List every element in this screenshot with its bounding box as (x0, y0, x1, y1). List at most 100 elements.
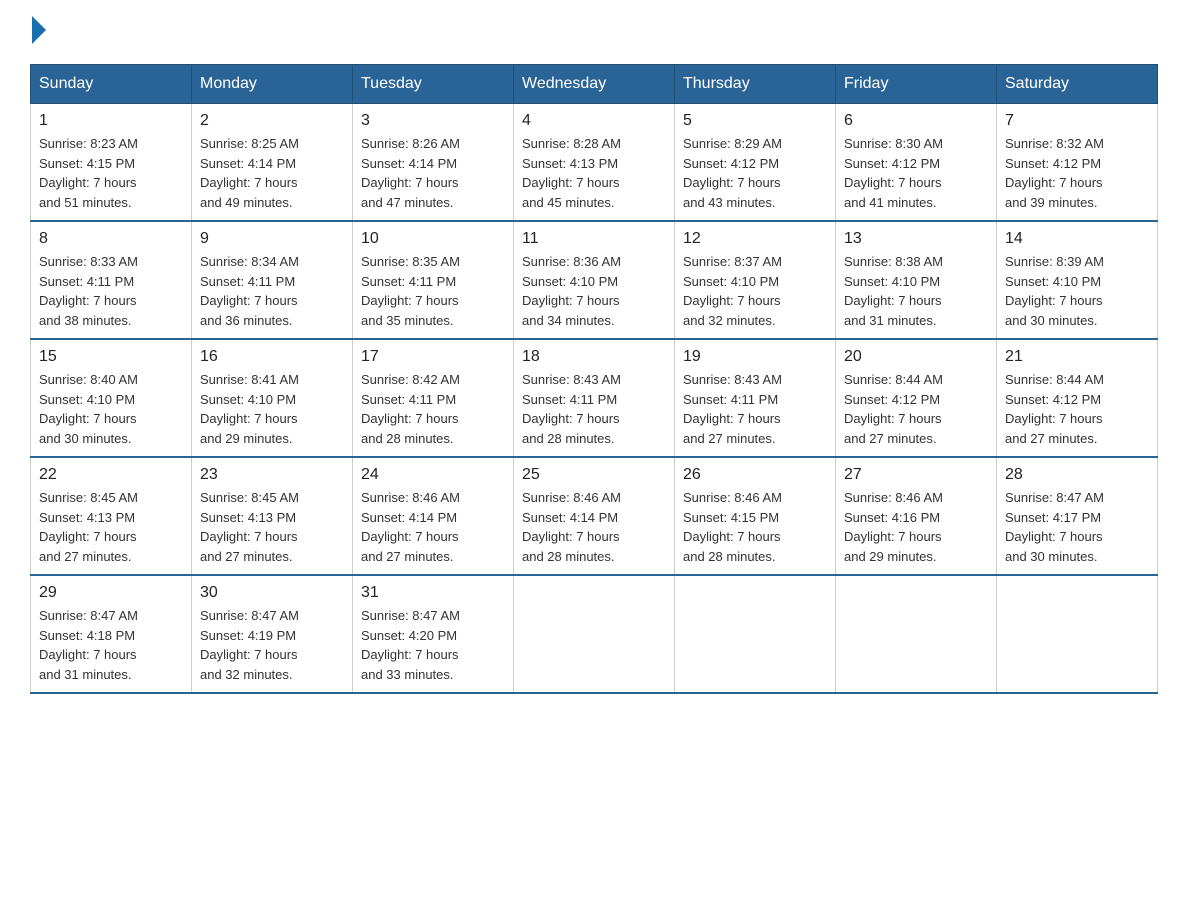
calendar-day-22: 22 Sunrise: 8:45 AMSunset: 4:13 PMDayligh… (31, 457, 192, 575)
calendar-day-17: 17 Sunrise: 8:42 AMSunset: 4:11 PMDayligh… (353, 339, 514, 457)
calendar-day-30: 30 Sunrise: 8:47 AMSunset: 4:19 PMDayligh… (192, 575, 353, 693)
calendar-day-21: 21Sunrise: 8:44 AMSunset: 4:12 PMDayligh… (997, 339, 1158, 457)
calendar-week-4: 22 Sunrise: 8:45 AMSunset: 4:13 PMDayligh… (31, 457, 1158, 575)
calendar-day-11: 11 Sunrise: 8:36 AMSunset: 4:10 PMDayligh… (514, 221, 675, 339)
calendar-day-31: 31Sunrise: 8:47 AMSunset: 4:20 PMDayligh… (353, 575, 514, 693)
calendar-day-18: 18 Sunrise: 8:43 AMSunset: 4:11 PMDayligh… (514, 339, 675, 457)
weekday-header-sunday: Sunday (31, 65, 192, 104)
calendar-day-15: 15 Sunrise: 8:40 AMSunset: 4:10 PMDayligh… (31, 339, 192, 457)
day-info: Sunrise: 8:42 AMSunset: 4:11 PMDaylight:… (361, 370, 505, 448)
day-info: Sunrise: 8:47 AMSunset: 4:19 PMDaylight:… (200, 606, 344, 684)
day-number: 15 (39, 348, 183, 366)
day-number: 9 (200, 230, 344, 248)
day-info: Sunrise: 8:39 AMSunset: 4:10 PMDaylight:… (1005, 252, 1149, 330)
day-info: Sunrise: 8:47 AMSunset: 4:20 PMDaylight:… (361, 606, 505, 684)
weekday-header-monday: Monday (192, 65, 353, 104)
day-number: 30 (200, 584, 344, 602)
calendar-day-27: 27 Sunrise: 8:46 AMSunset: 4:16 PMDayligh… (836, 457, 997, 575)
day-info: Sunrise: 8:41 AMSunset: 4:10 PMDaylight:… (200, 370, 344, 448)
day-info: Sunrise: 8:46 AMSunset: 4:14 PMDaylight:… (361, 488, 505, 566)
calendar-table: SundayMondayTuesdayWednesdayThursdayFrid… (30, 64, 1158, 694)
day-number: 7 (1005, 112, 1149, 130)
calendar-day-3: 3 Sunrise: 8:26 AMSunset: 4:14 PMDaylight… (353, 104, 514, 222)
day-number: 20 (844, 348, 988, 366)
weekday-header-thursday: Thursday (675, 65, 836, 104)
calendar-day-13: 13 Sunrise: 8:38 AMSunset: 4:10 PMDayligh… (836, 221, 997, 339)
calendar-week-3: 15 Sunrise: 8:40 AMSunset: 4:10 PMDayligh… (31, 339, 1158, 457)
day-info: Sunrise: 8:30 AMSunset: 4:12 PMDaylight:… (844, 134, 988, 212)
calendar-week-2: 8 Sunrise: 8:33 AMSunset: 4:11 PMDaylight… (31, 221, 1158, 339)
calendar-day-26: 26Sunrise: 8:46 AMSunset: 4:15 PMDayligh… (675, 457, 836, 575)
calendar-day-6: 6 Sunrise: 8:30 AMSunset: 4:12 PMDaylight… (836, 104, 997, 222)
day-number: 27 (844, 466, 988, 484)
calendar-day-empty (997, 575, 1158, 693)
day-info: Sunrise: 8:45 AMSunset: 4:13 PMDaylight:… (39, 488, 183, 566)
day-info: Sunrise: 8:38 AMSunset: 4:10 PMDaylight:… (844, 252, 988, 330)
calendar-day-5: 5 Sunrise: 8:29 AMSunset: 4:12 PMDaylight… (675, 104, 836, 222)
logo (30, 20, 46, 44)
calendar-day-empty (836, 575, 997, 693)
day-number: 11 (522, 230, 666, 248)
day-number: 17 (361, 348, 505, 366)
day-info: Sunrise: 8:46 AMSunset: 4:15 PMDaylight:… (683, 488, 827, 566)
day-number: 1 (39, 112, 183, 130)
day-number: 18 (522, 348, 666, 366)
day-info: Sunrise: 8:23 AMSunset: 4:15 PMDaylight:… (39, 134, 183, 212)
day-info: Sunrise: 8:25 AMSunset: 4:14 PMDaylight:… (200, 134, 344, 212)
day-number: 5 (683, 112, 827, 130)
day-number: 21 (1005, 348, 1149, 366)
day-info: Sunrise: 8:46 AMSunset: 4:14 PMDaylight:… (522, 488, 666, 566)
calendar-day-1: 1 Sunrise: 8:23 AMSunset: 4:15 PMDaylight… (31, 104, 192, 222)
day-number: 28 (1005, 466, 1149, 484)
day-number: 13 (844, 230, 988, 248)
page-header (30, 20, 1158, 44)
day-number: 8 (39, 230, 183, 248)
calendar-day-14: 14 Sunrise: 8:39 AMSunset: 4:10 PMDayligh… (997, 221, 1158, 339)
day-info: Sunrise: 8:44 AMSunset: 4:12 PMDaylight:… (844, 370, 988, 448)
day-info: Sunrise: 8:47 AMSunset: 4:18 PMDaylight:… (39, 606, 183, 684)
calendar-week-1: 1 Sunrise: 8:23 AMSunset: 4:15 PMDaylight… (31, 104, 1158, 222)
day-info: Sunrise: 8:47 AMSunset: 4:17 PMDaylight:… (1005, 488, 1149, 566)
calendar-week-5: 29 Sunrise: 8:47 AMSunset: 4:18 PMDayligh… (31, 575, 1158, 693)
calendar-day-10: 10Sunrise: 8:35 AMSunset: 4:11 PMDayligh… (353, 221, 514, 339)
day-info: Sunrise: 8:33 AMSunset: 4:11 PMDaylight:… (39, 252, 183, 330)
day-info: Sunrise: 8:32 AMSunset: 4:12 PMDaylight:… (1005, 134, 1149, 212)
day-info: Sunrise: 8:43 AMSunset: 4:11 PMDaylight:… (683, 370, 827, 448)
calendar-day-23: 23 Sunrise: 8:45 AMSunset: 4:13 PMDayligh… (192, 457, 353, 575)
day-info: Sunrise: 8:46 AMSunset: 4:16 PMDaylight:… (844, 488, 988, 566)
weekday-header-tuesday: Tuesday (353, 65, 514, 104)
weekday-header-friday: Friday (836, 65, 997, 104)
day-info: Sunrise: 8:36 AMSunset: 4:10 PMDaylight:… (522, 252, 666, 330)
calendar-day-28: 28 Sunrise: 8:47 AMSunset: 4:17 PMDayligh… (997, 457, 1158, 575)
day-info: Sunrise: 8:43 AMSunset: 4:11 PMDaylight:… (522, 370, 666, 448)
day-number: 14 (1005, 230, 1149, 248)
calendar-day-29: 29 Sunrise: 8:47 AMSunset: 4:18 PMDayligh… (31, 575, 192, 693)
day-info: Sunrise: 8:26 AMSunset: 4:14 PMDaylight:… (361, 134, 505, 212)
calendar-day-7: 7 Sunrise: 8:32 AMSunset: 4:12 PMDaylight… (997, 104, 1158, 222)
calendar-day-12: 12Sunrise: 8:37 AMSunset: 4:10 PMDayligh… (675, 221, 836, 339)
weekday-header-wednesday: Wednesday (514, 65, 675, 104)
day-info: Sunrise: 8:40 AMSunset: 4:10 PMDaylight:… (39, 370, 183, 448)
day-number: 3 (361, 112, 505, 130)
calendar-day-empty (675, 575, 836, 693)
weekday-header-row: SundayMondayTuesdayWednesdayThursdayFrid… (31, 65, 1158, 104)
day-info: Sunrise: 8:37 AMSunset: 4:10 PMDaylight:… (683, 252, 827, 330)
day-number: 29 (39, 584, 183, 602)
weekday-header-saturday: Saturday (997, 65, 1158, 104)
day-number: 24 (361, 466, 505, 484)
day-number: 23 (200, 466, 344, 484)
day-number: 2 (200, 112, 344, 130)
day-info: Sunrise: 8:29 AMSunset: 4:12 PMDaylight:… (683, 134, 827, 212)
day-number: 6 (844, 112, 988, 130)
logo-triangle-icon (32, 16, 46, 44)
day-info: Sunrise: 8:45 AMSunset: 4:13 PMDaylight:… (200, 488, 344, 566)
day-info: Sunrise: 8:35 AMSunset: 4:11 PMDaylight:… (361, 252, 505, 330)
calendar-day-20: 20 Sunrise: 8:44 AMSunset: 4:12 PMDayligh… (836, 339, 997, 457)
calendar-day-25: 25Sunrise: 8:46 AMSunset: 4:14 PMDayligh… (514, 457, 675, 575)
calendar-day-2: 2 Sunrise: 8:25 AMSunset: 4:14 PMDaylight… (192, 104, 353, 222)
calendar-day-4: 4Sunrise: 8:28 AMSunset: 4:13 PMDaylight… (514, 104, 675, 222)
day-number: 22 (39, 466, 183, 484)
calendar-day-8: 8 Sunrise: 8:33 AMSunset: 4:11 PMDaylight… (31, 221, 192, 339)
day-number: 4 (522, 112, 666, 130)
calendar-day-16: 16Sunrise: 8:41 AMSunset: 4:10 PMDayligh… (192, 339, 353, 457)
